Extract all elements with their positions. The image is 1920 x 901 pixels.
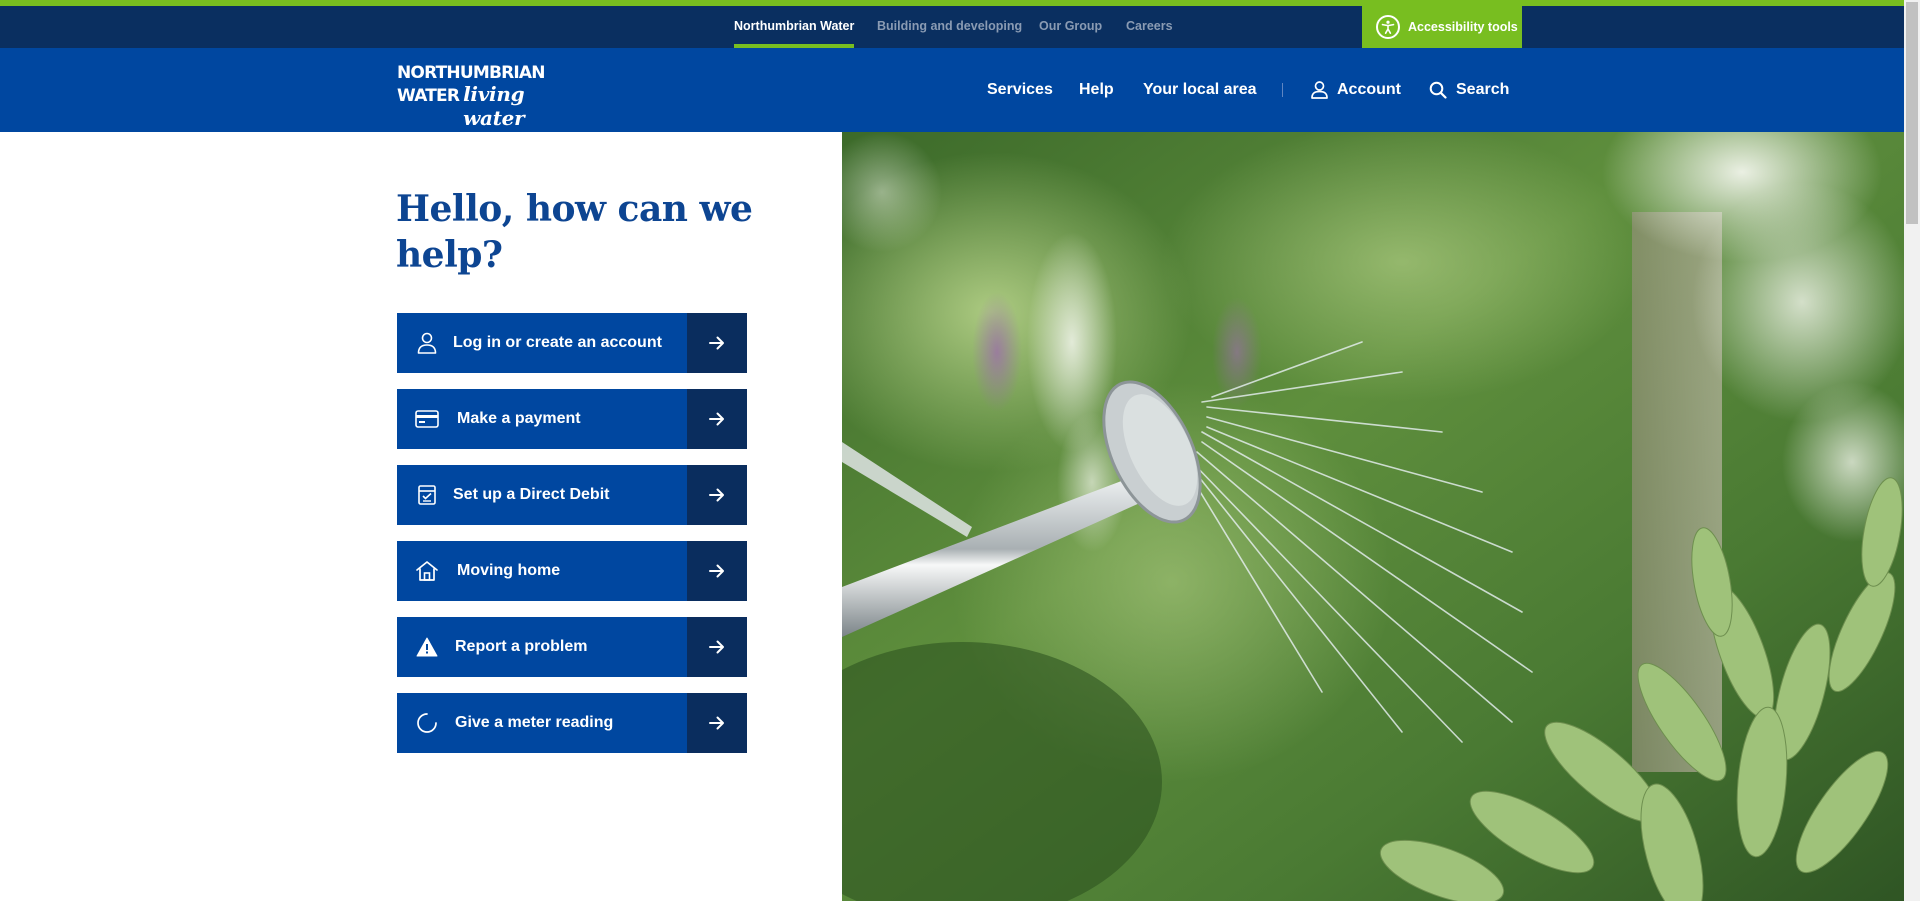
card-icon [415,407,439,431]
scrollbar-thumb[interactable] [1906,2,1918,224]
accessibility-tools-label: Accessibility tools [1408,20,1518,34]
action-report-problem-button[interactable]: Report a problem [397,617,747,677]
arrow-right-icon [687,541,747,601]
northumbrian-water-logo[interactable]: NORTHUMBRIAN WATER living water [397,64,567,130]
action-label: Make a payment [457,410,581,427]
action-meter-reading-button[interactable]: Give a meter reading [397,693,747,753]
quick-actions-list: Log in or create an account Make a payme… [397,313,747,769]
hero-image-watering-can [842,132,1904,901]
meter-icon [415,711,439,735]
account-icon [1311,81,1328,99]
user-icon [415,331,439,355]
nav-account-label: Account [1337,81,1401,98]
page-scrollbar[interactable] [1904,0,1920,901]
search-icon [1429,81,1447,99]
nav-account[interactable]: Account [1311,48,1401,132]
utility-link-careers[interactable]: Careers [1126,6,1173,48]
direct-debit-icon [415,483,439,507]
arrow-right-icon [687,693,747,753]
arrow-right-icon [687,313,747,373]
accessibility-icon [1376,15,1400,39]
action-make-payment-button[interactable]: Make a payment [397,389,747,449]
nav-services[interactable]: Services [987,48,1053,132]
nav-search[interactable]: Search [1429,48,1509,132]
action-moving-home-button[interactable]: Moving home [397,541,747,601]
arrow-right-icon [687,465,747,525]
accessibility-tools-button[interactable]: Accessibility tools [1362,6,1522,48]
arrow-right-icon [687,389,747,449]
main-header: NORTHUMBRIAN WATER living water Services… [0,48,1904,132]
warning-icon [415,635,439,659]
utility-link-building-developing[interactable]: Building and developing [877,6,1022,48]
action-label: Log in or create an account [453,334,662,351]
arrow-right-icon [687,617,747,677]
nav-search-label: Search [1456,81,1510,98]
action-direct-debit-button[interactable]: Set up a Direct Debit [397,465,747,525]
utility-bar: Northumbrian Water Building and developi… [0,6,1904,48]
nav-divider [1282,83,1283,97]
action-label: Set up a Direct Debit [453,486,610,503]
nav-your-local-area[interactable]: Your local area [1143,48,1257,132]
action-label: Give a meter reading [455,714,614,731]
action-label: Report a problem [455,638,588,655]
page-title: Hello, how can we help? [396,188,753,276]
action-log-in-button[interactable]: Log in or create an account [397,313,747,373]
action-label: Moving home [457,562,561,579]
home-icon [415,559,439,583]
nav-help[interactable]: Help [1079,48,1114,132]
utility-link-northumbrian-water[interactable]: Northumbrian Water [734,6,855,48]
utility-link-our-group[interactable]: Our Group [1039,6,1102,48]
